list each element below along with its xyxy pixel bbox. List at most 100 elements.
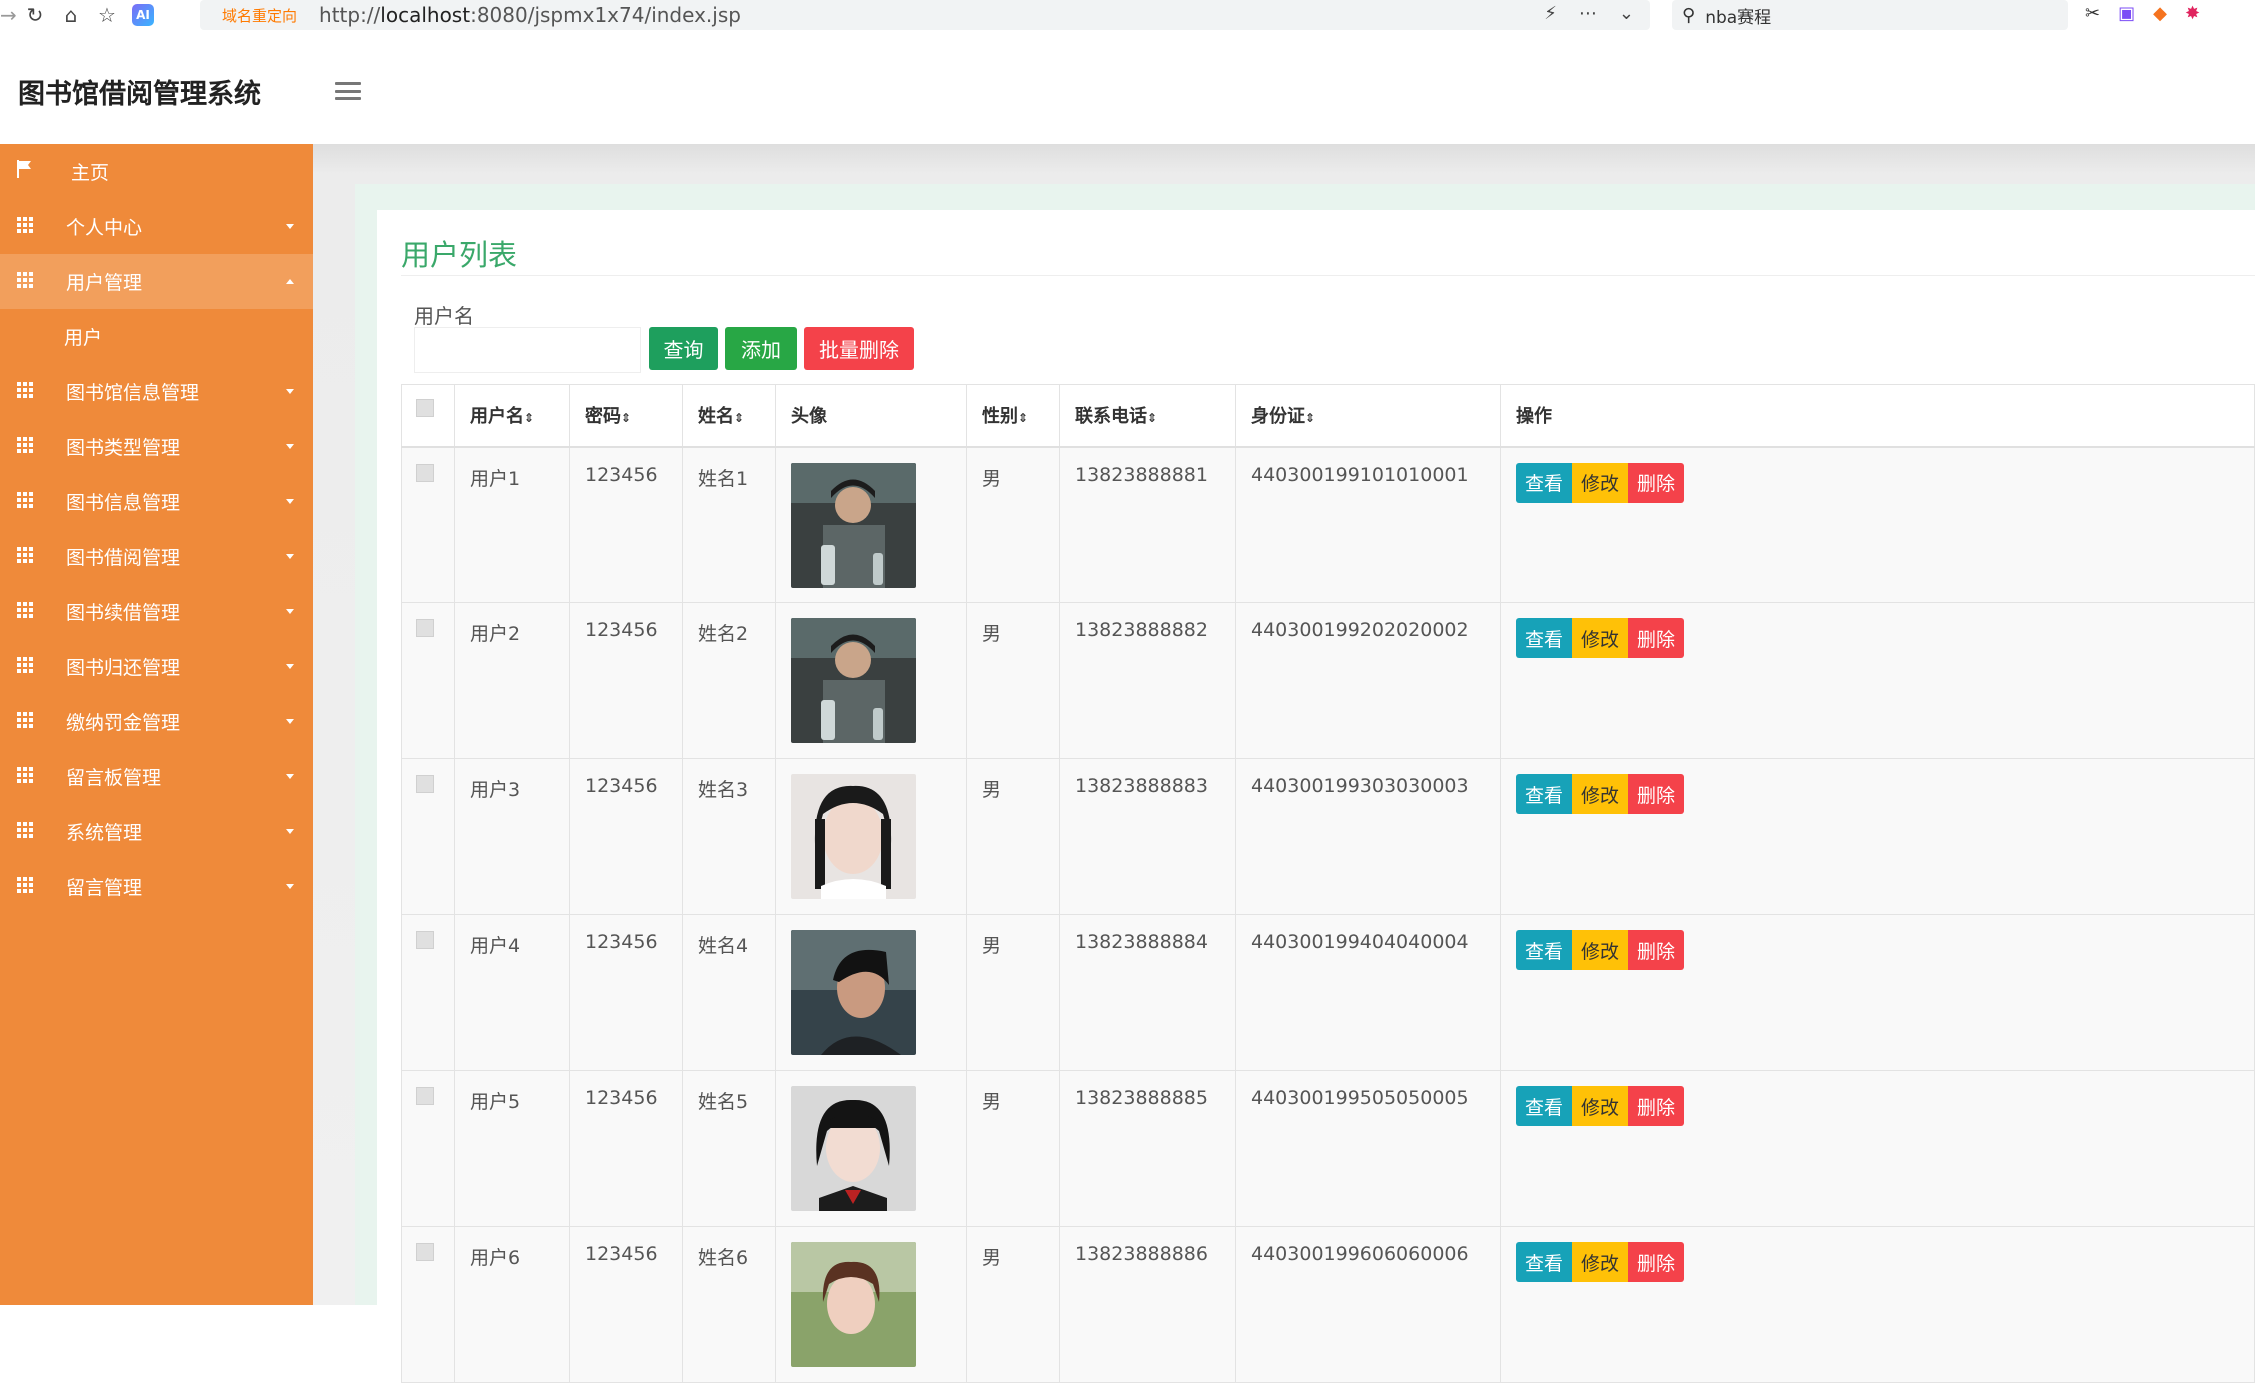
bookmark-star-icon[interactable]: ☆ [96, 4, 118, 26]
row-checkbox[interactable] [416, 463, 434, 482]
lightning-icon[interactable]: ⚡ [1544, 3, 1557, 24]
row-checkbox[interactable] [416, 1087, 434, 1105]
chevron-down-icon[interactable]: ⌄ [1619, 3, 1634, 24]
row-checkbox[interactable] [416, 619, 434, 637]
sidebar-subitem-user[interactable]: 用户 [0, 309, 313, 364]
more-icon[interactable]: ⋯ [1579, 3, 1597, 24]
table-row: 用户2 123456 姓名2 男 13823888882 44030019920… [401, 602, 2255, 759]
grid-icon [17, 767, 33, 783]
column-header-idcard[interactable]: 身份证⇕ [1235, 384, 1501, 448]
select-cell [401, 758, 455, 915]
gender-cell: 男 [966, 1070, 1060, 1227]
home-icon[interactable]: ⌂ [60, 4, 82, 26]
actions-cell: 查看 修改 删除 [1500, 758, 2255, 915]
view-button[interactable]: 查看 [1516, 930, 1573, 970]
select-cell [401, 446, 455, 603]
select-all-cell [401, 384, 455, 448]
idcard-cell: 440300199505050005 [1235, 1070, 1501, 1227]
sidebar-item-user-management[interactable]: 用户管理 [0, 254, 313, 309]
idcard-cell: 440300199404040004 [1235, 914, 1501, 1071]
actions-cell: 查看 修改 删除 [1500, 446, 2255, 603]
extension-icon[interactable]: ✸ [2185, 3, 2200, 24]
sidebar-item-system[interactable]: 系统管理 [0, 804, 313, 859]
sort-icon: ⇕ [734, 411, 745, 426]
column-header-phone[interactable]: 联系电话⇕ [1059, 384, 1236, 448]
delete-button[interactable]: 删除 [1628, 774, 1685, 814]
sidebar-item-label: 图书续借管理 [66, 602, 181, 624]
sidebar-item-fine[interactable]: 缴纳罚金管理 [0, 694, 313, 749]
edit-button[interactable]: 修改 [1572, 618, 1629, 658]
name-cell: 姓名1 [682, 446, 776, 603]
search-label: 用户名 [414, 304, 474, 328]
forward-icon[interactable]: → [0, 4, 17, 26]
grid-icon [17, 382, 33, 398]
view-button[interactable]: 查看 [1516, 462, 1573, 503]
column-header-username[interactable]: 用户名⇕ [454, 384, 570, 448]
scissors-icon[interactable]: ✂ [2085, 3, 2100, 24]
sidebar-item-return[interactable]: 图书归还管理 [0, 639, 313, 694]
edit-button[interactable]: 修改 [1572, 774, 1629, 814]
sidebar-item-home[interactable]: 主页 [0, 144, 313, 199]
select-cell [401, 1070, 455, 1227]
delete-button[interactable]: 删除 [1628, 1242, 1685, 1282]
sidebar-item-messages[interactable]: 留言管理 [0, 859, 313, 914]
table-row: 用户5 123456 姓名5 男 13823888885 44030019950… [401, 1070, 2255, 1227]
view-button[interactable]: 查看 [1516, 774, 1573, 814]
column-header-password[interactable]: 密码⇕ [569, 384, 683, 448]
name-cell: 姓名2 [682, 602, 776, 759]
avatar-cell [775, 602, 967, 759]
idcard-cell: 440300199303030003 [1235, 758, 1501, 915]
view-button[interactable]: 查看 [1516, 618, 1573, 658]
flag-icon [17, 160, 31, 178]
view-button[interactable]: 查看 [1516, 1086, 1573, 1126]
avatar-cell [775, 758, 967, 915]
sidebar-item-borrow[interactable]: 图书借阅管理 [0, 529, 313, 584]
password-cell: 123456 [569, 1070, 683, 1227]
sidebar-item-renew[interactable]: 图书续借管理 [0, 584, 313, 639]
view-button[interactable]: 查看 [1516, 1242, 1573, 1282]
game-icon[interactable]: ◆ [2153, 3, 2167, 24]
address-bar[interactable]: 域名重定向 http://localhost:8080/jspmx1x74/in… [200, 0, 1650, 30]
ai-icon[interactable]: AI [132, 4, 154, 26]
select-all-checkbox[interactable] [416, 399, 434, 417]
add-button[interactable]: 添加 [725, 327, 797, 370]
translate-icon[interactable]: ▣ [2118, 3, 2135, 24]
edit-button[interactable]: 修改 [1572, 462, 1629, 503]
avatar [791, 774, 916, 899]
edit-button[interactable]: 修改 [1572, 1242, 1629, 1282]
column-header-name[interactable]: 姓名⇕ [682, 384, 776, 448]
browser-search-box[interactable]: ⚲ nba赛程 [1672, 0, 2068, 30]
edit-button[interactable]: 修改 [1572, 1086, 1629, 1126]
sidebar-item-label: 个人中心 [66, 217, 143, 239]
idcard-cell: 440300199101010001 [1235, 446, 1501, 603]
sidebar-item-label: 图书馆信息管理 [66, 382, 200, 404]
column-header-gender[interactable]: 性别⇕ [966, 384, 1060, 448]
url-text[interactable]: http://localhost:8080/jspmx1x74/index.js… [319, 3, 741, 27]
sidebar-item-library-info[interactable]: 图书馆信息管理 [0, 364, 313, 419]
caret-down-icon [286, 774, 294, 779]
caret-up-icon [286, 279, 294, 284]
sidebar-item-message-board[interactable]: 留言板管理 [0, 749, 313, 804]
row-checkbox[interactable] [416, 775, 434, 793]
delete-button[interactable]: 删除 [1628, 618, 1685, 658]
avatar [791, 618, 916, 743]
delete-button[interactable]: 删除 [1628, 462, 1685, 503]
delete-button[interactable]: 删除 [1628, 930, 1685, 970]
menu-toggle-icon[interactable] [335, 82, 361, 100]
query-button[interactable]: 查询 [649, 327, 718, 370]
reload-icon[interactable]: ↻ [24, 4, 46, 26]
username-search-input[interactable] [414, 327, 641, 373]
sidebar-item-label: 缴纳罚金管理 [66, 712, 181, 734]
row-checkbox[interactable] [416, 1243, 434, 1261]
username-cell: 用户2 [454, 602, 570, 759]
sidebar-item-book-type[interactable]: 图书类型管理 [0, 419, 313, 474]
avatar [791, 1086, 916, 1211]
delete-button[interactable]: 删除 [1628, 1086, 1685, 1126]
actions-cell: 查看 修改 删除 [1500, 602, 2255, 759]
sidebar-item-personal-center[interactable]: 个人中心 [0, 199, 313, 254]
sidebar-item-book-info[interactable]: 图书信息管理 [0, 474, 313, 529]
row-checkbox[interactable] [416, 931, 434, 949]
edit-button[interactable]: 修改 [1572, 930, 1629, 970]
batch-delete-button[interactable]: 批量删除 [804, 327, 914, 370]
table-row: 用户3 123456 姓名3 男 13823888883 44030019930… [401, 758, 2255, 915]
